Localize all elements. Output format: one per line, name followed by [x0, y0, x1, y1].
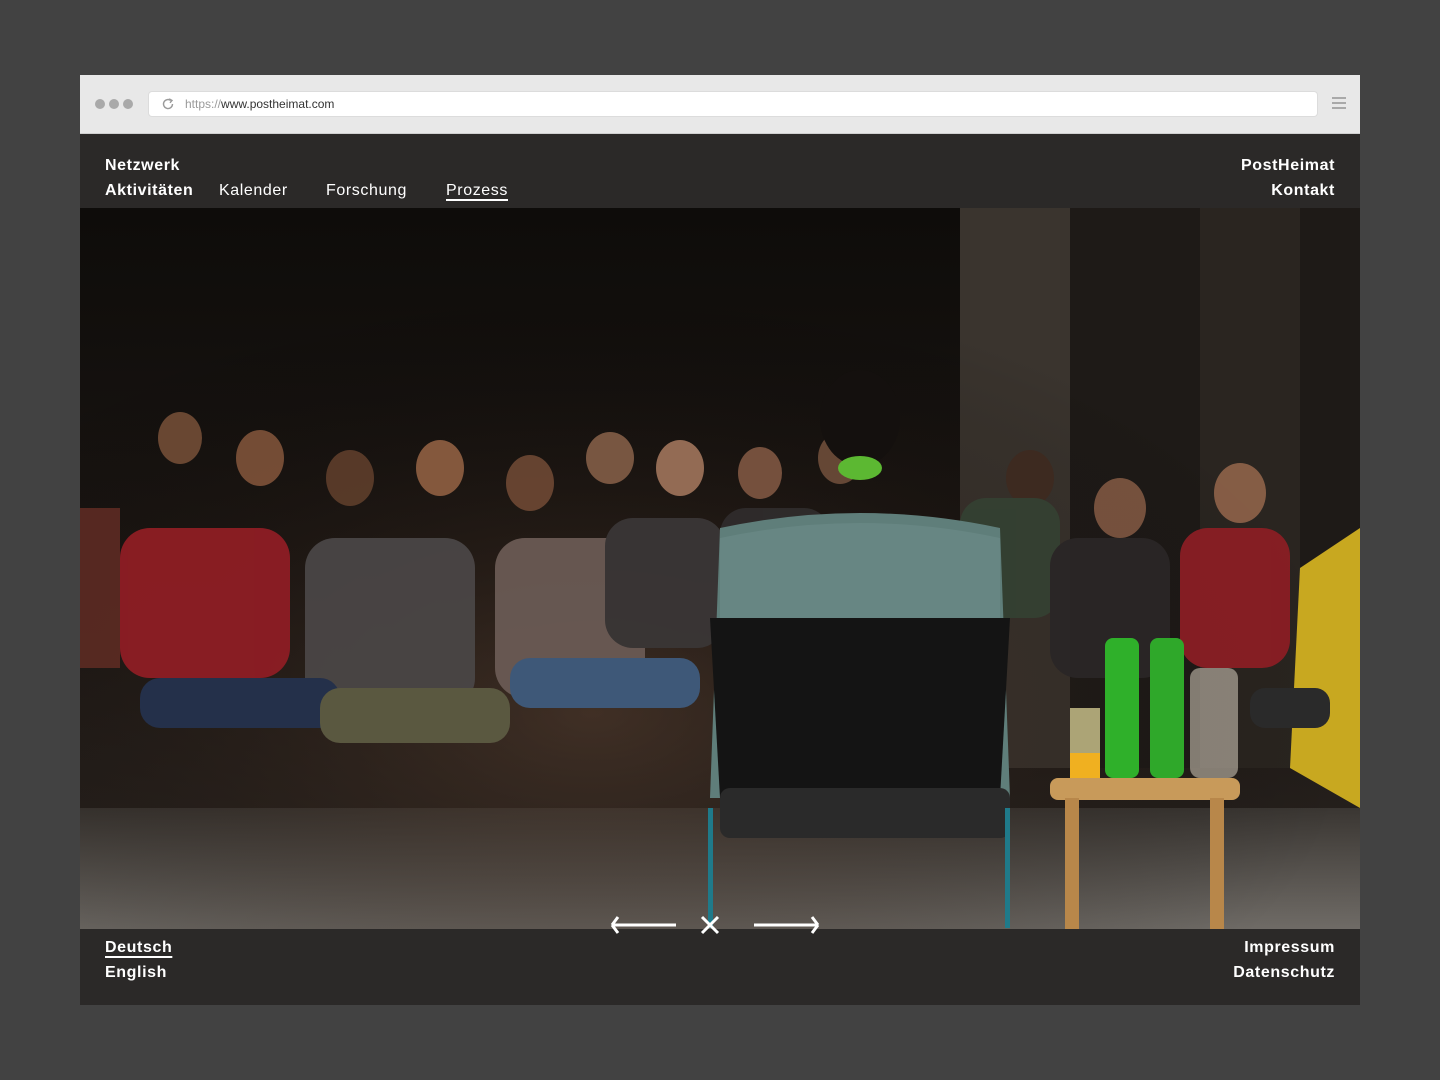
- url-text[interactable]: https://www.postheimat.com: [185, 97, 334, 111]
- window-dot-icon[interactable]: [109, 99, 119, 109]
- nav-kontakt[interactable]: Kontakt: [1271, 181, 1335, 201]
- gallery-photo: [80, 208, 1360, 929]
- hamburger-menu-icon[interactable]: [1332, 97, 1346, 111]
- site-navigation: Netzwerk Aktivitäten Kalender Forschung …: [80, 133, 1360, 208]
- footer-datenschutz[interactable]: Datenschutz: [1233, 963, 1335, 983]
- url-protocol: https://: [185, 97, 222, 111]
- browser-window: https://www.postheimat.com Netzwerk Akti…: [80, 75, 1360, 1005]
- nav-netzwerk[interactable]: Netzwerk: [105, 156, 180, 176]
- audience-photo-illustration: [80, 208, 1360, 929]
- window-dot-icon[interactable]: [123, 99, 133, 109]
- site-footer: Deutsch English Impressum Datenschutz: [80, 929, 1360, 1005]
- footer-impressum[interactable]: Impressum: [1244, 938, 1335, 958]
- nav-postheimat[interactable]: PostHeimat: [1241, 156, 1335, 176]
- nav-forschung[interactable]: Forschung: [326, 181, 407, 201]
- nav-kalender[interactable]: Kalender: [219, 181, 288, 201]
- language-english[interactable]: English: [105, 963, 167, 983]
- address-bar[interactable]: https://www.postheimat.com: [149, 92, 1317, 116]
- nav-prozess-active[interactable]: Prozess: [446, 181, 508, 201]
- url-host: www.postheimat.com: [221, 97, 335, 111]
- language-deutsch-active[interactable]: Deutsch: [105, 938, 172, 958]
- browser-chrome: https://www.postheimat.com: [80, 75, 1360, 134]
- window-controls[interactable]: [95, 99, 133, 109]
- nav-aktivitaeten[interactable]: Aktivitäten: [105, 181, 193, 201]
- window-dot-icon[interactable]: [95, 99, 105, 109]
- reload-icon[interactable]: [161, 97, 175, 111]
